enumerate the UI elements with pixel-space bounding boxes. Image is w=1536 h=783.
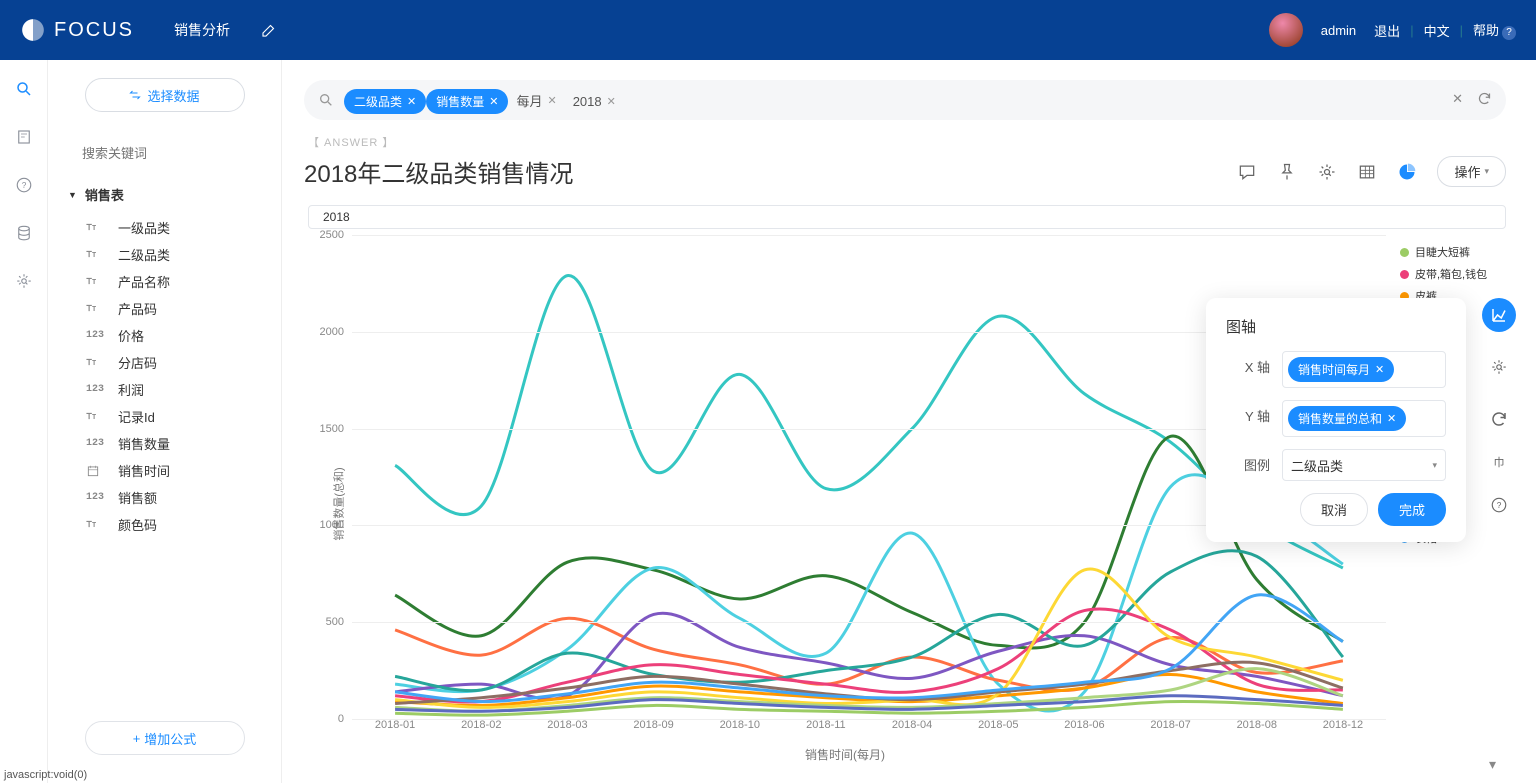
query-chip[interactable]: 每月✕ — [508, 87, 564, 114]
legend-more-icon[interactable]: ▾ — [1489, 756, 1496, 773]
legend-item[interactable]: 皮带,箱包,钱包 — [1400, 263, 1506, 285]
y-tick: 500 — [326, 616, 352, 628]
status-bar: javascript:void(0) — [4, 769, 87, 781]
y-axis-label: Y 轴 — [1226, 400, 1270, 425]
svg-text:?: ? — [1497, 501, 1502, 510]
username[interactable]: admin — [1321, 23, 1356, 38]
field-item[interactable]: 123销售额 — [68, 484, 261, 511]
help-circle-icon[interactable]: ? — [15, 176, 33, 194]
y-axis-dropzone[interactable]: 销售数量的总和✕ — [1282, 400, 1446, 437]
query-bar[interactable]: 二级品类✕销售数量✕每月✕2018✕ ✕ — [304, 80, 1506, 120]
nav-sales-analysis[interactable]: 销售分析 — [174, 20, 230, 40]
query-chip[interactable]: 销售数量✕ — [426, 89, 508, 114]
x-tick: 2018-08 — [1237, 719, 1277, 731]
confirm-button[interactable]: 完成 — [1378, 493, 1446, 526]
database-icon[interactable] — [15, 224, 33, 242]
settings-icon[interactable] — [1317, 162, 1337, 182]
user-avatar[interactable] — [1269, 13, 1303, 47]
query-chip[interactable]: 二级品类✕ — [344, 89, 426, 114]
x-tick: 2018-04 — [892, 719, 932, 731]
brand-logo[interactable]: FOCUS — [20, 17, 134, 43]
brand-text: FOCUS — [54, 19, 134, 42]
axis-config-icon[interactable] — [1482, 298, 1516, 332]
field-item[interactable]: 123销售数量 — [68, 430, 261, 457]
y-tick: 2000 — [320, 326, 352, 338]
operations-button[interactable]: 操作 ▾ — [1437, 156, 1506, 187]
left-rail: ? — [0, 60, 48, 783]
table-view-icon[interactable] — [1357, 162, 1377, 182]
language-toggle[interactable]: 中文 — [1424, 21, 1450, 40]
field-item[interactable]: ⊤T产品码 — [68, 295, 261, 322]
table-name: 销售表 — [85, 185, 124, 204]
legend-item[interactable]: 目睫大短裤 — [1400, 241, 1506, 263]
chart-help-icon[interactable]: ? — [1482, 488, 1516, 522]
app-header: FOCUS 销售分析 admin 退出 | 中文 | 帮助? — [0, 0, 1536, 60]
cancel-button[interactable]: 取消 — [1300, 493, 1368, 526]
table-tree-header[interactable]: ▼ 销售表 — [68, 185, 261, 204]
y-axis-chip[interactable]: 销售数量的总和✕ — [1288, 406, 1406, 431]
field-item[interactable]: 123价格 — [68, 322, 261, 349]
legend-field-label: 图例 — [1226, 449, 1270, 474]
y-tick: 0 — [338, 713, 352, 725]
year-tab-2018[interactable]: 2018 — [308, 205, 1506, 229]
x-tick: 2018-01 — [375, 719, 415, 731]
swap-icon — [129, 89, 141, 101]
field-item[interactable]: ⊤T二级品类 — [68, 241, 261, 268]
select-data-label: 选择数据 — [147, 86, 199, 105]
refresh-query-icon[interactable] — [1477, 91, 1492, 109]
x-tick: 2018-05 — [978, 719, 1018, 731]
legend-select[interactable]: 二级品类▾ — [1282, 449, 1446, 481]
select-data-button[interactable]: 选择数据 — [85, 78, 245, 112]
chart-view-icon[interactable] — [1397, 162, 1417, 182]
x-tick: 2018-12 — [1323, 719, 1363, 731]
field-item[interactable]: 销售时间 — [68, 457, 261, 484]
field-item[interactable]: ⊤T颜色码 — [68, 511, 261, 538]
x-tick: 2018-10 — [720, 719, 760, 731]
search-icon[interactable] — [15, 80, 33, 98]
y-tick: 1500 — [320, 423, 352, 435]
field-item[interactable]: ⊤T分店码 — [68, 349, 261, 376]
field-search[interactable] — [68, 142, 261, 165]
field-item[interactable]: ⊤T记录Id — [68, 403, 261, 430]
bookmark-icon[interactable] — [15, 128, 33, 146]
field-search-input[interactable] — [82, 146, 258, 161]
x-tick: 2018-11 — [806, 719, 846, 731]
chart-settings-icon[interactable] — [1482, 350, 1516, 384]
logo-icon — [20, 17, 46, 43]
x-axis-dropzone[interactable]: 销售时间每月✕ — [1282, 351, 1446, 388]
x-tick: 2018-06 — [1064, 719, 1104, 731]
edit-icon[interactable] — [260, 21, 278, 39]
field-item[interactable]: ⊤T产品名称 — [68, 268, 261, 295]
help-link[interactable]: 帮助? — [1473, 20, 1516, 40]
field-item[interactable]: ⊤T一级品类 — [68, 214, 261, 241]
svg-text:?: ? — [21, 181, 26, 190]
field-item[interactable]: 123利润 — [68, 376, 261, 403]
comment-icon[interactable] — [1237, 162, 1257, 182]
x-axis-label: X 轴 — [1226, 351, 1270, 376]
clear-query-icon[interactable]: ✕ — [1452, 91, 1463, 109]
field-sidebar: 选择数据 ▼ 销售表 ⊤T一级品类⊤T二级品类⊤T产品名称⊤T产品码123价格⊤… — [48, 60, 282, 783]
x-tick: 2018-07 — [1150, 719, 1190, 731]
gear-icon[interactable] — [15, 272, 33, 290]
axis-config-panel: 图轴 X 轴 销售时间每月✕ Y 轴 销售数量的总和✕ 图例 二级品 — [1206, 298, 1466, 542]
x-tick: 2018-09 — [633, 719, 673, 731]
axis-panel-title: 图轴 — [1226, 316, 1446, 337]
query-chip[interactable]: 2018✕ — [565, 90, 624, 113]
x-axis-title: 销售时间(每月) — [805, 746, 885, 763]
query-search-icon — [318, 92, 334, 108]
y-tick: 2500 — [320, 229, 352, 241]
answer-label: 【 ANSWER 】 — [308, 134, 1506, 150]
y-tick: 1000 — [320, 519, 352, 531]
x-tick: 2018-02 — [461, 719, 501, 731]
reset-icon[interactable] — [1482, 402, 1516, 436]
x-tick: 2018-03 — [547, 719, 587, 731]
logout-link[interactable]: 退出 — [1374, 21, 1400, 40]
x-axis-chip[interactable]: 销售时间每月✕ — [1288, 357, 1394, 382]
page-title: 2018年二级品类销售情况 — [304, 154, 573, 189]
legend-peek: 巾 — [1494, 454, 1505, 470]
add-formula-button[interactable]: +增加公式 — [85, 721, 245, 755]
chart-tool-rail: 巾 ? — [1482, 298, 1516, 522]
main-content: 二级品类✕销售数量✕每月✕2018✕ ✕ 【 ANSWER 】 2018年二级品… — [282, 60, 1536, 783]
pin-icon[interactable] — [1277, 162, 1297, 182]
